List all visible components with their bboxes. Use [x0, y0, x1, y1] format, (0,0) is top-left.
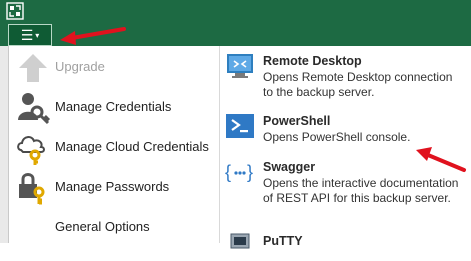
- powershell-icon: [226, 114, 254, 138]
- app-logo-icon: [6, 2, 24, 20]
- menu-item-putty[interactable]: PuTTY: [220, 228, 471, 249]
- menu-item-label: Manage Passwords: [55, 179, 170, 194]
- menu-left-pane: Upgrade Manage Credentials Manage Cloud …: [9, 46, 220, 243]
- password-lock-icon: [19, 173, 45, 205]
- hamburger-icon: ☰: [20, 27, 34, 43]
- menu-item-upgrade[interactable]: Upgrade: [9, 48, 219, 88]
- remote-desktop-icon: [227, 54, 253, 78]
- main-menu-popup: Upgrade Manage Credentials Manage Cloud …: [8, 46, 471, 249]
- menu-item-title: Remote Desktop: [263, 54, 362, 68]
- background-edge: [0, 46, 8, 243]
- menu-item-label: Upgrade: [55, 59, 105, 74]
- menu-item-title: Swagger: [263, 160, 316, 174]
- annotation-arrow-powershell: [416, 147, 466, 172]
- menu-item-manage-passwords[interactable]: Manage Passwords: [9, 168, 219, 208]
- svg-text:}: }: [247, 162, 253, 182]
- menu-item-description: Opens PowerShell console.: [263, 130, 411, 144]
- cloud-key-icon: [17, 136, 45, 165]
- menu-item-label: General Options: [55, 219, 150, 234]
- menu-item-label: Manage Cloud Credentials: [55, 139, 209, 154]
- menu-item-remote-desktop[interactable]: Remote Desktop Opens Remote Desktop conn…: [220, 48, 471, 104]
- title-bar: [0, 0, 471, 24]
- putty-icon: [230, 233, 250, 249]
- swagger-icon: { }: [225, 162, 253, 182]
- chevron-down-icon: ▾: [35, 31, 40, 40]
- menu-item-manage-credentials[interactable]: Manage Credentials: [9, 88, 219, 128]
- svg-text:{: {: [225, 162, 231, 182]
- menu-item-manage-cloud-credentials[interactable]: Manage Cloud Credentials: [9, 128, 219, 168]
- menu-item-title: PuTTY: [263, 234, 303, 248]
- credentials-key-icon: [18, 93, 51, 125]
- menu-item-label: Manage Credentials: [55, 99, 172, 114]
- upgrade-arrow-icon: [19, 54, 47, 82]
- annotation-arrow-menu: [60, 27, 126, 45]
- menu-item-general-options[interactable]: General Options: [9, 208, 219, 248]
- menu-item-description: Opens the interactive documentation of R…: [263, 176, 459, 205]
- menu-item-title: PowerShell: [263, 114, 331, 128]
- menu-item-description: Opens Remote Desktop connection to the b…: [263, 70, 453, 99]
- main-menu-button[interactable]: ☰ ▾: [8, 24, 52, 46]
